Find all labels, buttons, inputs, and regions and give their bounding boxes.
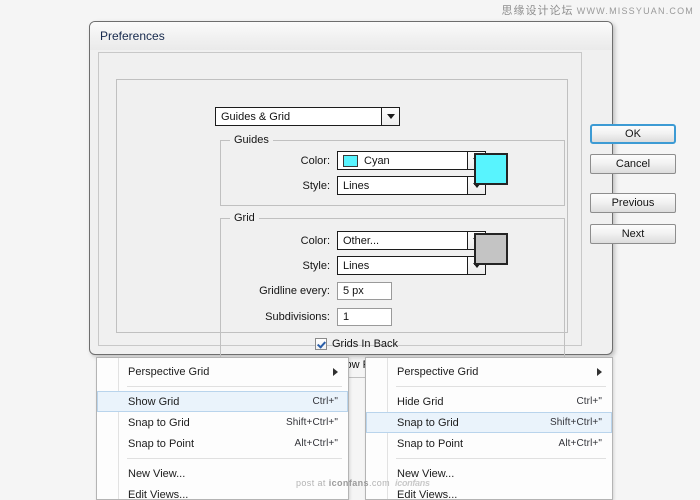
dialog-title: Preferences — [100, 29, 165, 43]
gridline-every-label: Gridline every: — [230, 285, 337, 297]
iconfans-logo: iconfans — [395, 478, 430, 488]
watermark-bottom-suffix: .com — [369, 478, 390, 488]
grid-color-value: Other... — [338, 235, 467, 247]
menu-item-label: Perspective Grid — [397, 366, 597, 378]
menu-item-shortcut: Alt+Ctrl+" — [295, 438, 338, 449]
menu-item-label: Hide Grid — [397, 396, 576, 408]
menu-item[interactable]: Hide GridCtrl+" — [366, 391, 612, 412]
menu-item[interactable]: Snap to GridShift+Ctrl+" — [97, 412, 348, 433]
guides-style-select[interactable]: Lines — [337, 176, 486, 195]
gridline-every-row: Gridline every: 5 px — [230, 282, 392, 300]
menu-item-label: Show Grid — [128, 396, 312, 408]
ok-button[interactable]: OK — [590, 124, 676, 144]
guides-color-row: Color: Cyan — [270, 151, 486, 170]
menu-item[interactable]: Perspective Grid — [97, 361, 348, 382]
grid-group-legend: Grid — [230, 212, 259, 224]
menu-item-label: Snap to Point — [397, 438, 559, 450]
guides-color-value-wrap: Cyan — [338, 155, 467, 167]
guides-color-value: Cyan — [364, 155, 390, 167]
guides-style-value: Lines — [338, 180, 467, 192]
menu-item[interactable]: Show GridCtrl+" — [97, 391, 348, 412]
menu-separator — [396, 386, 606, 387]
grid-style-select[interactable]: Lines — [337, 256, 486, 275]
menu-item-shortcut: Alt+Ctrl+" — [559, 438, 602, 449]
preferences-dialog: Preferences Guides & Grid Guides Color: … — [89, 21, 613, 355]
watermark-top: 思缘设计论坛 WWW.MISSYUAN.COM — [502, 2, 694, 18]
guides-group-legend: Guides — [230, 134, 273, 146]
watermark-top-chinese: 思缘设计论坛 — [502, 5, 574, 17]
dialog-titlebar: Preferences — [90, 22, 612, 50]
grid-style-label: Style: — [270, 260, 337, 272]
grid-color-label: Color: — [270, 235, 337, 247]
guides-color-label: Color: — [270, 155, 337, 167]
chevron-right-icon — [333, 368, 338, 376]
guides-group: Guides — [220, 140, 565, 206]
menu-item-label: Edit Views... — [128, 489, 338, 500]
watermark-bottom-brand: iconfans — [329, 478, 369, 488]
category-select[interactable]: Guides & Grid — [215, 107, 400, 126]
menu-item[interactable]: Snap to GridShift+Ctrl+" — [366, 412, 612, 433]
menu-item-label: Snap to Grid — [397, 417, 550, 429]
menu-item-shortcut: Shift+Ctrl+" — [286, 417, 338, 428]
grids-in-back-label: Grids In Back — [332, 338, 398, 350]
guides-color-preview-swatch[interactable] — [474, 153, 508, 185]
menu-item-label: Snap to Point — [128, 438, 295, 450]
menu-item[interactable]: Snap to PointAlt+Ctrl+" — [97, 433, 348, 454]
chevron-right-icon — [597, 368, 602, 376]
next-button[interactable]: Next — [590, 224, 676, 244]
watermark-bottom: post at iconfans.comiconfans — [296, 478, 430, 488]
menu-item-label: Snap to Grid — [128, 417, 286, 429]
grids-in-back-checkbox-row[interactable]: Grids In Back — [315, 338, 398, 350]
grid-color-row: Color: Other... — [270, 231, 486, 250]
watermark-bottom-prefix: post at — [296, 478, 329, 488]
previous-button[interactable]: Previous — [590, 193, 676, 213]
chevron-down-icon[interactable] — [381, 108, 399, 125]
cancel-button[interactable]: Cancel — [590, 154, 676, 174]
watermark-top-url: WWW.MISSYUAN.COM — [577, 6, 694, 16]
menu-separator — [396, 458, 606, 459]
guides-style-row: Style: Lines — [270, 176, 486, 195]
menu-item-shortcut: Ctrl+" — [312, 396, 338, 407]
menu-item-shortcut: Ctrl+" — [576, 396, 602, 407]
menu-item-label: Perspective Grid — [128, 366, 333, 378]
checkbox-icon[interactable] — [315, 338, 327, 350]
menu-item[interactable]: Perspective Grid — [366, 361, 612, 382]
menu-item[interactable]: Snap to PointAlt+Ctrl+" — [366, 433, 612, 454]
dialog-body: Guides & Grid Guides Color: Cyan Style: — [90, 50, 612, 354]
menu-item-label: Edit Views... — [397, 489, 602, 500]
gridline-every-input[interactable]: 5 px — [337, 282, 392, 300]
category-select-value: Guides & Grid — [216, 111, 381, 123]
grid-color-preview-swatch[interactable] — [474, 233, 508, 265]
subdivisions-input[interactable]: 1 — [337, 308, 392, 326]
guides-style-label: Style: — [270, 180, 337, 192]
subdivisions-label: Subdivisions: — [230, 311, 337, 323]
grid-style-row: Style: Lines — [270, 256, 486, 275]
guides-color-chip — [343, 155, 358, 167]
guides-color-select[interactable]: Cyan — [337, 151, 486, 170]
grid-color-select[interactable]: Other... — [337, 231, 486, 250]
menu-separator — [127, 386, 342, 387]
subdivisions-row: Subdivisions: 1 — [230, 308, 392, 326]
grid-style-value: Lines — [338, 260, 467, 272]
menu-item-shortcut: Shift+Ctrl+" — [550, 417, 602, 428]
menu-separator — [127, 458, 342, 459]
